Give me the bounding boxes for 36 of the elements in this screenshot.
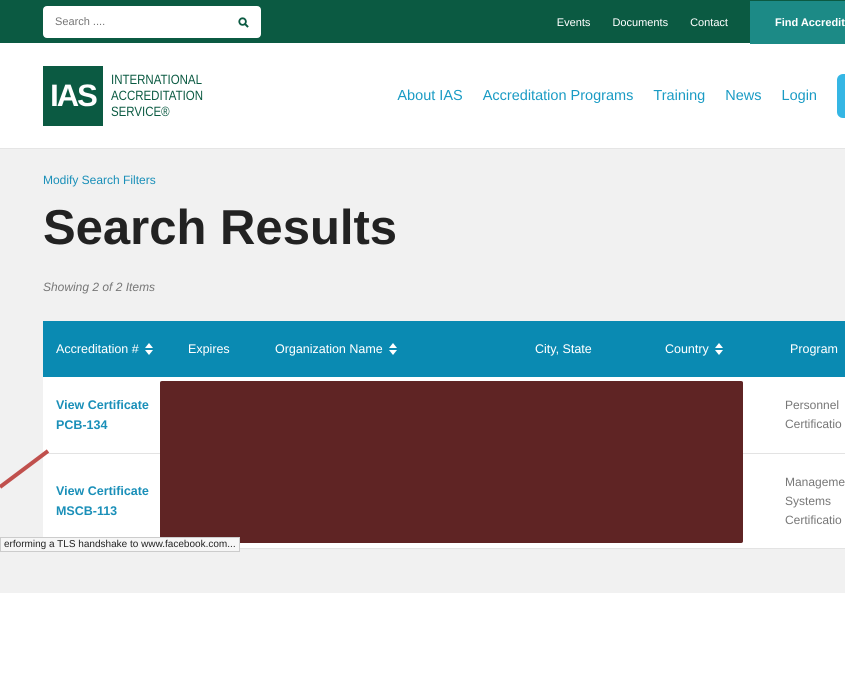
- search-field[interactable]: Search ....: [43, 6, 261, 38]
- top-link[interactable]: Contact: [690, 16, 728, 28]
- sort-icon[interactable]: [388, 342, 397, 355]
- header-button[interactable]: [837, 74, 845, 118]
- nav-link[interactable]: Training: [653, 88, 706, 104]
- top-link[interactable]: Events: [556, 16, 590, 28]
- program-text: Systems: [785, 494, 832, 508]
- sort-icon[interactable]: [714, 342, 723, 355]
- program-text: Certificatio: [785, 417, 842, 432]
- sort-icon[interactable]: [144, 342, 153, 355]
- nav-link[interactable]: About IAS: [397, 88, 463, 104]
- page-title: Search Results: [43, 202, 398, 256]
- column-heading: City, State: [535, 342, 592, 356]
- top-link[interactable]: Documents: [612, 16, 668, 28]
- logo-text: INTERNATIONAL ACCREDITATION SERVICE®: [111, 72, 204, 120]
- program-text: Manageme: [785, 474, 845, 489]
- program-text: Personnel: [785, 398, 840, 412]
- nav-link[interactable]: News: [725, 88, 762, 104]
- column-heading[interactable]: Country: [665, 342, 709, 356]
- nav-link[interactable]: Login: [782, 88, 817, 104]
- results-count: Showing 2 of 2 Items: [43, 280, 156, 294]
- accreditation-number: MSCB-113: [56, 504, 118, 518]
- accreditation-number: PCB-134: [56, 418, 108, 432]
- certificate-link[interactable]: View Certificate: [56, 484, 149, 498]
- status-bar: erforming a TLS handshake to www.facebook.com...: [0, 537, 240, 552]
- column-heading[interactable]: Organization Name: [275, 342, 383, 356]
- column-heading: Program: [790, 342, 838, 356]
- search-icon[interactable]: [238, 16, 249, 28]
- program-text: Certificatio: [785, 512, 842, 527]
- nav-link[interactable]: Accreditation Programs: [482, 88, 634, 104]
- find-button[interactable]: Find Accredit: [750, 1, 845, 44]
- certificate-link[interactable]: View Certificate: [56, 398, 149, 412]
- modify-filters-link[interactable]: Modify Search Filters: [43, 173, 845, 187]
- column-heading[interactable]: Accreditation #: [56, 342, 139, 356]
- column-heading: Expires: [188, 342, 230, 356]
- logo-mark: IAS: [43, 66, 103, 126]
